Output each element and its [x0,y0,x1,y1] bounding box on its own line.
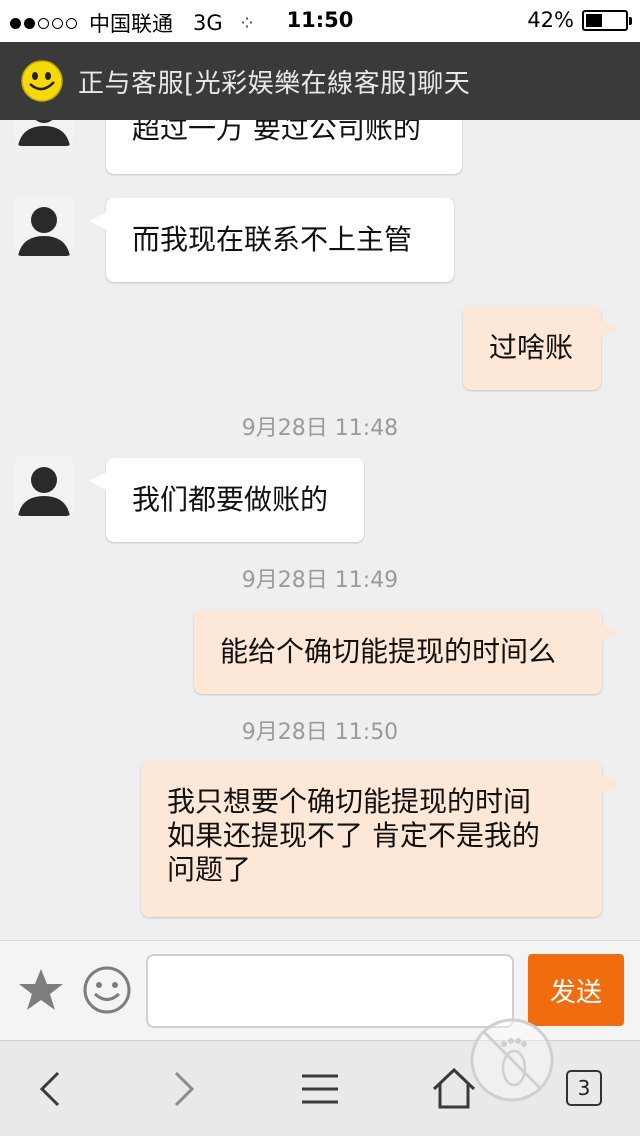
message-bubble-outgoing: 过啥账 [463,306,618,390]
footprint-icon[interactable] [468,1016,556,1104]
message-bubble-incoming: 超过一万 要过公司账的 [106,120,462,174]
chat-title: 正与客服[光彩娱樂在線客服]聊天 [78,68,471,99]
message-bubble-incoming: 我们都要做账的 [89,458,364,542]
message-input[interactable] [146,954,514,1028]
message-text: 超过一万 要过公司账的 [132,120,421,145]
smiley-icon [21,60,63,102]
message-text: 我们都要做账的 [132,483,329,516]
chat-message-list[interactable]: 超过一万 要过公司账的 而我现在联系不上主管 过啥账 9月28日 11:48 我… [0,120,640,940]
chevron-left-icon[interactable] [26,1063,78,1115]
message-timestamp: 9月28日 11:49 [241,568,399,593]
tab-count-button[interactable]: 3 [566,1070,602,1106]
message-text-line: 我只想要个确切能提现的时间 [167,785,532,818]
message-timestamp: 9月28日 11:50 [241,720,399,745]
message-timestamp: 9月28日 11:48 [241,416,399,441]
status-right: 42% [527,8,632,32]
star-icon[interactable] [16,965,66,1015]
message-bubble-outgoing: 我只想要个确切能提现的时间 如果还提现不了 肯定不是我的 问题了 [141,761,619,917]
message-text-line: 问题了 [167,853,252,886]
agent-avatar [14,456,74,516]
chevron-right-icon[interactable] [156,1063,208,1115]
message-bubble-outgoing: 能给个确切能提现的时间么 [194,610,619,694]
smiley-face-icon[interactable] [82,965,132,1015]
battery-fill [586,13,602,27]
battery-percent: 42% [527,8,574,32]
message-text: 而我现在联系不上主管 [132,223,413,256]
message-text-line: 如果还提现不了 肯定不是我的 [167,819,540,852]
message-bubble-incoming: 而我现在联系不上主管 [89,198,454,282]
agent-avatar [14,196,74,256]
chat-title-bar: 正与客服[光彩娱樂在線客服]聊天 [0,42,640,120]
message-text: 能给个确切能提现的时间么 [220,635,557,668]
message-text: 过啥账 [489,331,574,364]
status-bar: 中国联通 3G ⁘ 11:50 42% [0,0,640,42]
menu-icon[interactable] [294,1063,346,1115]
battery-icon [582,9,632,31]
agent-avatar [14,120,74,146]
